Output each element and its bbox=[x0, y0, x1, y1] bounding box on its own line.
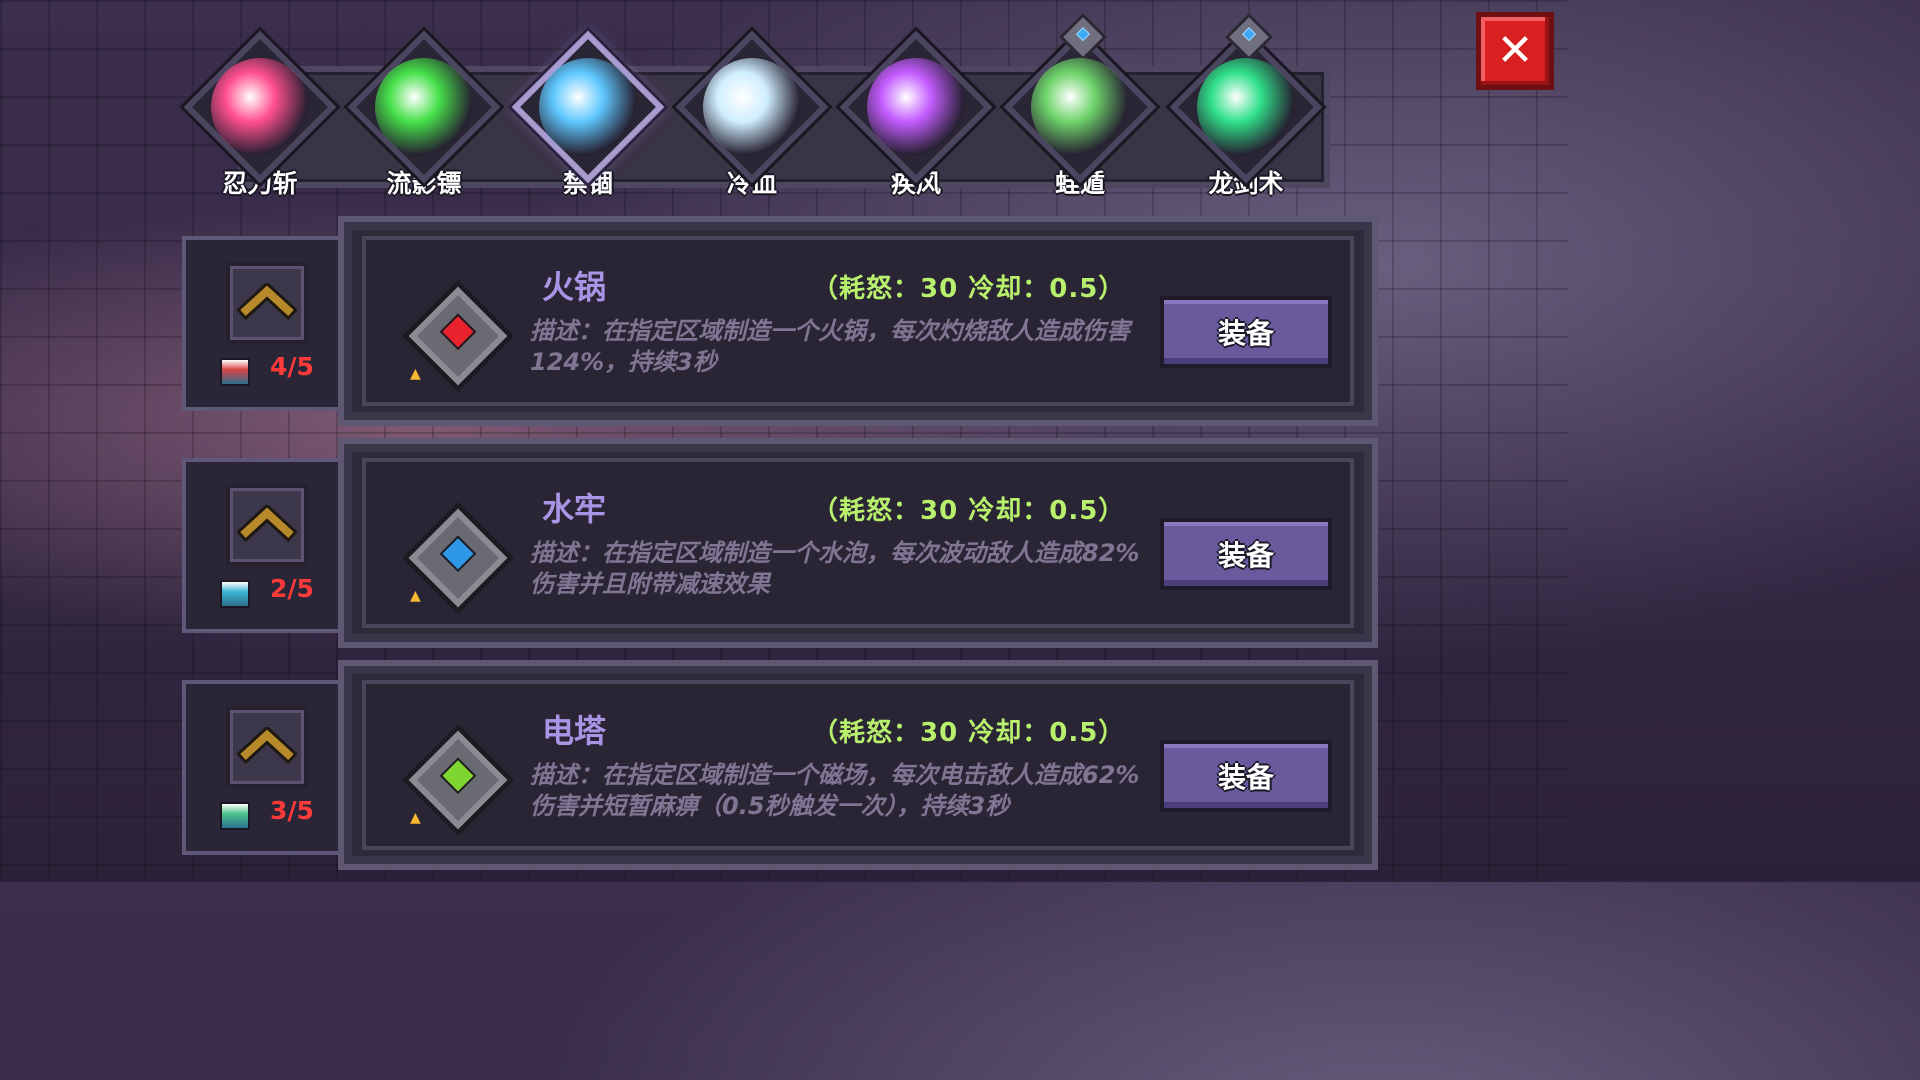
skill-book-icon bbox=[220, 580, 250, 608]
upgrade-button[interactable] bbox=[226, 706, 308, 788]
equip-label: 装备 bbox=[1217, 761, 1274, 794]
green-shuriken-icon bbox=[375, 58, 473, 156]
card-title: 电塔 bbox=[542, 712, 607, 750]
card-stats: （耗怒：30 冷却：0.5） bbox=[812, 718, 1126, 748]
skill-card: ▲ 水牢 （耗怒：30 冷却：0.5） 描述：在指定区域制造一个水泡，每次波动敌… bbox=[338, 438, 1378, 648]
small-flame-icon: ▲ bbox=[410, 366, 421, 382]
ice-burst-icon bbox=[703, 58, 801, 156]
equip-button[interactable]: 装备 bbox=[1160, 740, 1332, 812]
chevron-up-icon bbox=[237, 505, 297, 543]
level-count: 2/5 bbox=[270, 574, 314, 603]
close-button[interactable]: ✕ bbox=[1476, 12, 1554, 90]
card-stats: （耗怒：30 冷却：0.5） bbox=[812, 496, 1126, 526]
equip-button[interactable]: 装备 bbox=[1160, 518, 1332, 590]
skill-slot[interactable]: 冷血 bbox=[675, 30, 829, 200]
level-count: 4/5 bbox=[270, 352, 314, 381]
equip-button[interactable]: 装备 bbox=[1160, 296, 1332, 368]
pink-slash-icon bbox=[211, 58, 309, 156]
card-description: 描述：在指定区域制造一个水泡，每次波动敌人造成82%伤害并且附带减速效果 bbox=[530, 539, 1140, 598]
chevron-up-icon bbox=[237, 283, 297, 321]
skill-frame bbox=[675, 30, 829, 184]
upgrade-button[interactable] bbox=[226, 484, 308, 566]
card-description: 描述：在指定区域制造一个磁场，每次电击敌人造成62%伤害并短暂麻痹（0.5秒触发… bbox=[530, 761, 1140, 820]
skill-card: ▲ 电塔 （耗怒：30 冷却：0.5） 描述：在指定区域制造一个磁场，每次电击敌… bbox=[338, 660, 1378, 870]
card-stats: （耗怒：30 冷却：0.5） bbox=[812, 274, 1126, 304]
skill-frame bbox=[839, 30, 993, 184]
skill-frame bbox=[1169, 12, 1323, 184]
upgrade-panel: 3/5 bbox=[182, 680, 352, 855]
green-blades-icon bbox=[1197, 58, 1295, 156]
upgrade-panel: 4/5 bbox=[182, 236, 352, 411]
upgrade-button[interactable] bbox=[226, 262, 308, 344]
skill-frame bbox=[511, 30, 665, 184]
card-description: 描述：在指定区域制造一个火锅，每次灼烧敌人造成伤害124%，持续3秒 bbox=[530, 317, 1130, 376]
card-title: 水牢 bbox=[542, 490, 607, 528]
skill-card: ▲ 火锅 （耗怒：30 冷却：0.5） 描述：在指定区域制造一个火锅，每次灼烧敌… bbox=[338, 216, 1378, 426]
skill-book-icon bbox=[220, 802, 250, 830]
card-title: 火锅 bbox=[542, 268, 607, 306]
skill-slot[interactable]: 疾风 bbox=[839, 30, 993, 200]
skill-slot[interactable]: 忍刀斩 bbox=[183, 30, 337, 200]
skill-slot[interactable]: 禁锢 bbox=[511, 30, 665, 200]
small-flame-icon: ▲ bbox=[410, 588, 421, 604]
chevron-up-icon bbox=[237, 727, 297, 765]
level-count: 3/5 bbox=[270, 796, 314, 825]
skill-frame bbox=[347, 30, 501, 184]
skill-frame bbox=[1003, 12, 1157, 184]
equip-label: 装备 bbox=[1217, 539, 1274, 572]
close-icon: ✕ bbox=[1496, 25, 1534, 76]
frog-icon bbox=[1031, 58, 1129, 156]
purple-flame-icon bbox=[867, 58, 965, 156]
skill-slot[interactable]: 龙剑术 bbox=[1169, 12, 1323, 200]
skill-slot[interactable]: 流影镖 bbox=[347, 30, 501, 200]
upgrade-panel: 2/5 bbox=[182, 458, 352, 633]
blue-orb-icon bbox=[539, 58, 637, 156]
small-flame-icon: ▲ bbox=[410, 810, 421, 826]
skill-slot[interactable]: 蛙遁 bbox=[1003, 12, 1157, 200]
skill-book-icon bbox=[220, 358, 250, 386]
equip-label: 装备 bbox=[1217, 317, 1274, 350]
skill-frame bbox=[183, 30, 337, 184]
